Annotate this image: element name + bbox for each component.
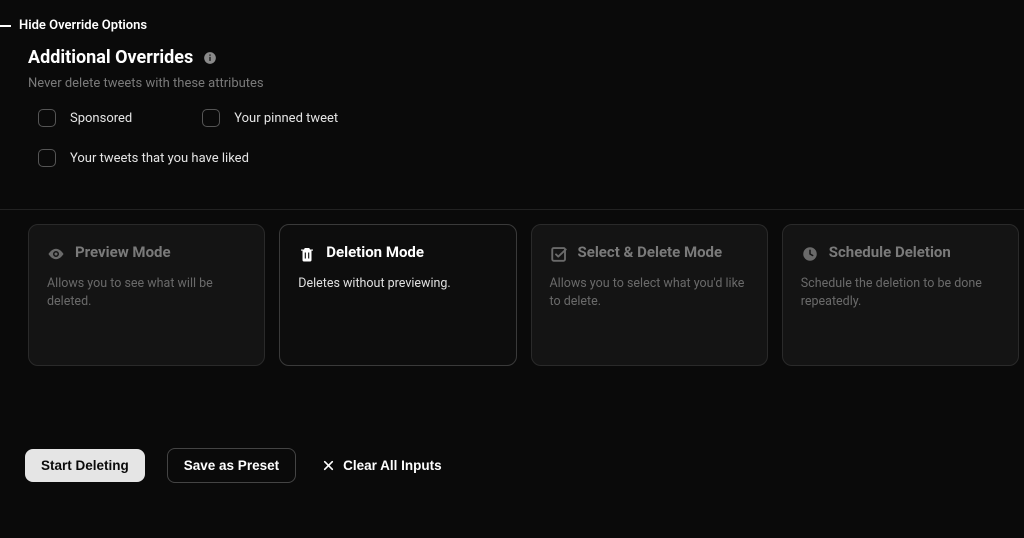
checkbox-icon	[550, 245, 568, 263]
card-desc: Allows you to see what will be deleted.	[47, 275, 246, 310]
card-header: Schedule Deletion	[801, 243, 1000, 263]
checkbox-box	[202, 109, 220, 127]
mode-card-select-delete[interactable]: Select & Delete Mode Allows you to selec…	[531, 224, 768, 366]
clock-icon	[801, 245, 819, 263]
toggle-label: Hide Override Options	[19, 18, 147, 33]
checkbox-row: Your tweets that you have liked	[38, 149, 996, 167]
card-desc: Allows you to select what you'd like to …	[550, 275, 749, 310]
button-label: Save as Preset	[184, 458, 279, 473]
checkbox-label: Your pinned tweet	[234, 111, 338, 126]
eye-icon	[47, 245, 65, 263]
card-header: Deletion Mode	[298, 243, 497, 263]
checkbox-row: Sponsored Your pinned tweet	[38, 109, 996, 127]
checkbox-box	[38, 149, 56, 167]
info-icon[interactable]	[203, 51, 217, 65]
action-buttons: Start Deleting Save as Preset Clear All …	[0, 366, 1024, 483]
card-header: Select & Delete Mode	[550, 243, 749, 263]
card-title: Select & Delete Mode	[578, 243, 723, 262]
checkbox-grid: Sponsored Your pinned tweet Your tweets …	[28, 109, 996, 167]
section-title: Additional Overrides	[28, 47, 193, 68]
checkbox-label: Your tweets that you have liked	[70, 151, 249, 166]
mode-card-schedule[interactable]: Schedule Deletion Schedule the deletion …	[782, 224, 1019, 366]
minus-icon	[0, 25, 11, 27]
button-label: Start Deleting	[41, 458, 129, 473]
checkbox-pinned[interactable]: Your pinned tweet	[202, 109, 338, 127]
hide-override-toggle[interactable]: Hide Override Options	[0, 0, 1024, 33]
section-subtitle: Never delete tweets with these attribute…	[28, 76, 996, 91]
card-desc: Schedule the deletion to be done repeate…	[801, 275, 1000, 310]
checkbox-liked[interactable]: Your tweets that you have liked	[38, 149, 249, 167]
button-label: Clear All Inputs	[343, 458, 442, 473]
card-title: Deletion Mode	[326, 243, 424, 262]
close-icon	[322, 459, 335, 472]
start-deleting-button[interactable]: Start Deleting	[25, 449, 145, 482]
card-title: Preview Mode	[75, 243, 171, 262]
mode-cards-container: Preview Mode Allows you to see what will…	[0, 210, 1024, 366]
checkbox-label: Sponsored	[70, 111, 132, 126]
section-title-row: Additional Overrides	[28, 47, 996, 68]
card-desc: Deletes without previewing.	[298, 275, 497, 293]
clear-all-button[interactable]: Clear All Inputs	[318, 449, 446, 482]
mode-card-preview[interactable]: Preview Mode Allows you to see what will…	[28, 224, 265, 366]
overrides-section: Additional Overrides Never delete tweets…	[0, 33, 1024, 167]
save-preset-button[interactable]: Save as Preset	[167, 448, 296, 483]
trash-icon	[298, 245, 316, 263]
card-header: Preview Mode	[47, 243, 246, 263]
checkbox-sponsored[interactable]: Sponsored	[38, 109, 132, 127]
checkbox-box	[38, 109, 56, 127]
mode-card-deletion[interactable]: Deletion Mode Deletes without previewing…	[279, 224, 516, 366]
card-title: Schedule Deletion	[829, 243, 951, 262]
